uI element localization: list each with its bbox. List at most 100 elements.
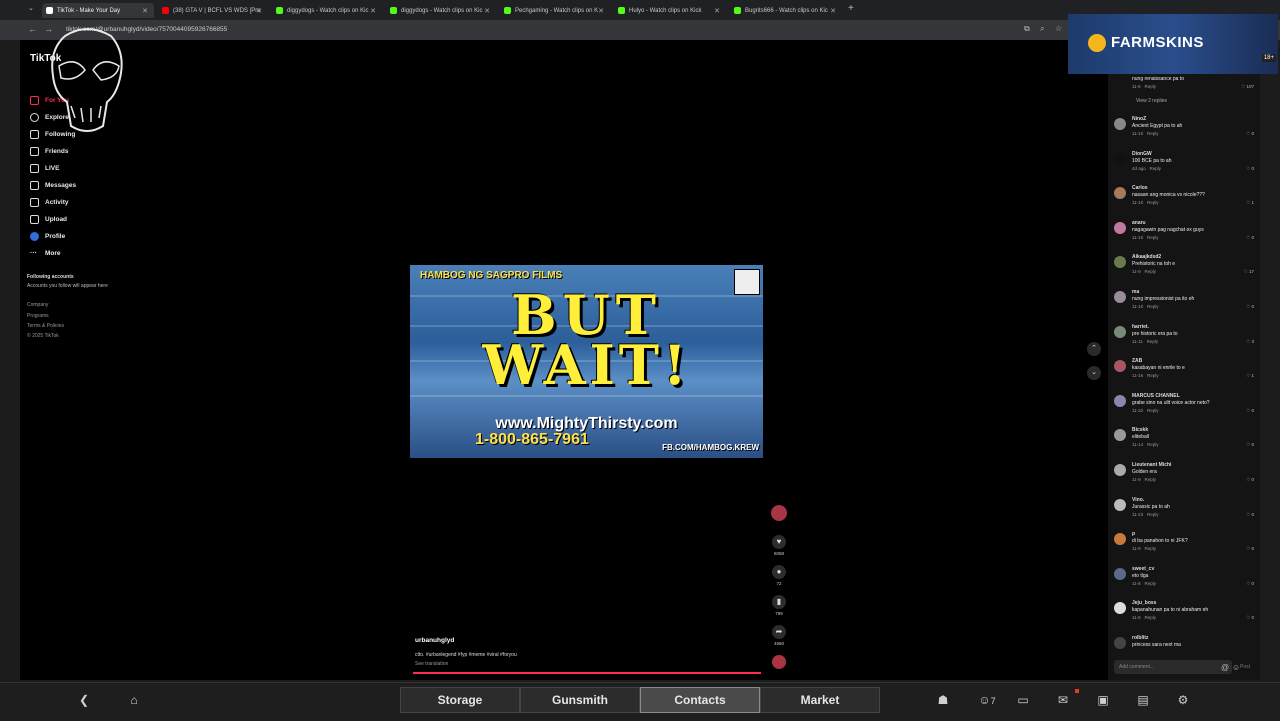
commenter-avatar[interactable] <box>1114 464 1126 476</box>
commenter-avatar[interactable] <box>1114 429 1126 442</box>
tab-tiktok[interactable]: TikTok - Make Your Day ✕ <box>42 3 154 18</box>
commenter-avatar[interactable] <box>1114 533 1126 546</box>
reply-link[interactable]: Reply <box>1144 269 1156 274</box>
video-progress-bar[interactable] <box>413 672 761 674</box>
comment-likes[interactable]: ♡ 0 <box>1246 477 1254 483</box>
next-video-button[interactable]: ⌄ <box>1087 366 1101 380</box>
comment-likes[interactable]: ♡ 0 <box>1246 235 1254 241</box>
comment-likes[interactable]: ♡ 0 <box>1246 304 1254 310</box>
reply-link[interactable]: Reply <box>1144 84 1156 89</box>
url-field[interactable]: tiktok.com/@urbanuhglyd/video/7570044095… <box>66 24 986 36</box>
sidebar-item-profile[interactable]: Profile <box>30 232 65 241</box>
music-disc[interactable] <box>765 655 793 669</box>
comment-likes[interactable]: ♡ 107 <box>1241 84 1254 90</box>
reply-link[interactable]: Reply <box>1147 131 1159 136</box>
close-tab-icon[interactable]: ✕ <box>256 7 262 15</box>
see-translation-link[interactable]: See translation <box>415 661 755 667</box>
home-icon[interactable]: ⌂ <box>125 691 143 709</box>
emoji-icon[interactable]: ☺ <box>1232 663 1240 672</box>
sidebar-item-activity[interactable]: Activity <box>30 198 68 207</box>
commenter-avatar[interactable] <box>1114 152 1126 165</box>
comment-likes[interactable]: ♡ 0 <box>1246 408 1254 414</box>
reply-link[interactable]: Reply <box>1147 200 1159 205</box>
footer-link-programs[interactable]: Programs <box>27 313 49 319</box>
contacts-button[interactable]: Contacts <box>640 687 760 713</box>
reply-link[interactable]: Reply <box>1144 546 1156 551</box>
commenter-avatar[interactable] <box>1114 118 1126 130</box>
reply-link[interactable]: Reply <box>1147 442 1159 447</box>
close-tab-icon[interactable]: ✕ <box>598 7 604 15</box>
reply-link[interactable]: Reply <box>1147 304 1159 309</box>
previous-video-button[interactable]: ⌃ <box>1087 342 1101 356</box>
comment-likes[interactable]: ♡ 17 <box>1244 269 1254 275</box>
comment-likes[interactable]: ♡ 1 <box>1246 200 1254 206</box>
bookmark-button[interactable]: ▮ 799 <box>765 595 793 616</box>
commenter-name[interactable]: DionGW <box>1132 151 1152 157</box>
sidebar-item-live[interactable]: LIVE <box>30 164 59 173</box>
comment-likes[interactable]: ♡ 0 <box>1246 166 1254 172</box>
bookmark-star-icon[interactable]: ☆ <box>1055 24 1062 33</box>
cast-icon[interactable]: ⧉ <box>1024 24 1030 34</box>
commenter-avatar[interactable] <box>1114 394 1126 407</box>
commenter-avatar[interactable] <box>1114 187 1126 200</box>
reply-link[interactable]: Reply <box>1147 339 1159 344</box>
mail-icon[interactable]: ✉ <box>1054 691 1072 709</box>
commenter-name[interactable]: p <box>1132 531 1135 537</box>
commenter-avatar[interactable] <box>1114 602 1126 615</box>
reply-link[interactable]: Reply <box>1147 408 1159 413</box>
footer-link-company[interactable]: Company <box>27 302 48 308</box>
commenter-name[interactable]: Aikaajkdsd2 <box>1132 254 1161 260</box>
video-tags[interactable]: ctto. #urbanlegend #fyp #meme #viral #fo… <box>415 652 755 658</box>
reply-link[interactable]: Reply <box>1147 512 1159 517</box>
comment-likes[interactable]: ♡ 0 <box>1246 131 1254 137</box>
commenter-name[interactable]: sweet_cv <box>1132 566 1154 572</box>
group-icon[interactable]: ☗ <box>934 691 952 709</box>
footer-link-terms[interactable]: Terms & Policies <box>27 323 64 329</box>
notes-icon[interactable]: ▤ <box>1134 691 1152 709</box>
reply-link[interactable]: Reply <box>1144 477 1156 482</box>
commenter-avatar[interactable] <box>1114 256 1126 269</box>
like-button[interactable]: ♥ 6058 <box>765 535 793 556</box>
tab-youtube[interactable]: (38) GTA V | BCFL VS WDS [Pre ✕ <box>158 3 268 18</box>
zoom-icon[interactable]: ⌕ <box>1040 24 1044 34</box>
reply-link[interactable]: Reply <box>1144 581 1156 586</box>
reply-link[interactable]: Reply <box>1147 373 1159 378</box>
farmskins-banner[interactable]: FARMSKINS 18+ <box>1068 14 1278 74</box>
bag-icon[interactable]: ▣ <box>1094 691 1112 709</box>
commenter-avatar[interactable] <box>1114 360 1126 373</box>
tab-kick-5[interactable]: Bugrits666 - Watch clips on Kic ✕ <box>730 3 842 18</box>
commenter-avatar[interactable] <box>1114 291 1126 303</box>
mention-icon[interactable]: @ <box>1221 663 1229 672</box>
commenter-avatar[interactable] <box>1114 498 1126 511</box>
commenter-name[interactable]: Carlos <box>1132 185 1148 191</box>
share-button[interactable]: ➦ 4560 <box>765 625 793 646</box>
channel-name[interactable]: urbanuhglyd <box>415 637 755 644</box>
close-tab-icon[interactable]: ✕ <box>830 7 836 15</box>
back-arrow-icon[interactable]: ❮ <box>75 691 93 709</box>
friends-icon[interactable]: ☺7 <box>974 691 1000 709</box>
comment-likes[interactable]: ♡ 3 <box>1246 339 1254 345</box>
comment-likes[interactable]: ♡ 0 <box>1246 546 1254 552</box>
commenter-avatar[interactable] <box>1114 221 1126 234</box>
tab-search-icon[interactable]: ⌄ <box>28 4 34 12</box>
reply-link[interactable]: Reply <box>1150 166 1162 171</box>
commenter-name[interactable]: rolblitz <box>1132 635 1148 641</box>
comment-likes[interactable]: ♡ 0 <box>1246 615 1254 621</box>
comment-likes[interactable]: ♡ 1 <box>1246 373 1254 379</box>
commenter-name[interactable]: Jeju_boss <box>1132 600 1156 606</box>
commenter-name[interactable]: Bicskk <box>1132 427 1148 433</box>
comment-likes[interactable]: ♡ 0 <box>1246 512 1254 518</box>
reply-link[interactable]: Reply <box>1147 235 1159 240</box>
tab-kick-4[interactable]: Hulyo - Watch clips on Kick ✕ <box>614 3 726 18</box>
commenter-name[interactable]: ZAB <box>1132 358 1142 364</box>
commenter-avatar[interactable] <box>1114 567 1126 580</box>
close-tab-icon[interactable]: ✕ <box>142 7 148 15</box>
commenter-name[interactable]: harriet. <box>1132 324 1149 330</box>
view-replies-link[interactable]: View 2 replies <box>1114 98 1258 108</box>
commenter-name[interactable]: MARCUS CHANNEL <box>1132 393 1180 399</box>
reply-link[interactable]: Reply <box>1144 615 1156 620</box>
tab-kick-2[interactable]: diggydogs - Watch clips on Kic ✕ <box>386 3 496 18</box>
comment-button[interactable]: ● 72 <box>765 565 793 586</box>
close-tab-icon[interactable]: ✕ <box>370 7 376 15</box>
chat-icon[interactable]: ▭ <box>1014 691 1032 709</box>
